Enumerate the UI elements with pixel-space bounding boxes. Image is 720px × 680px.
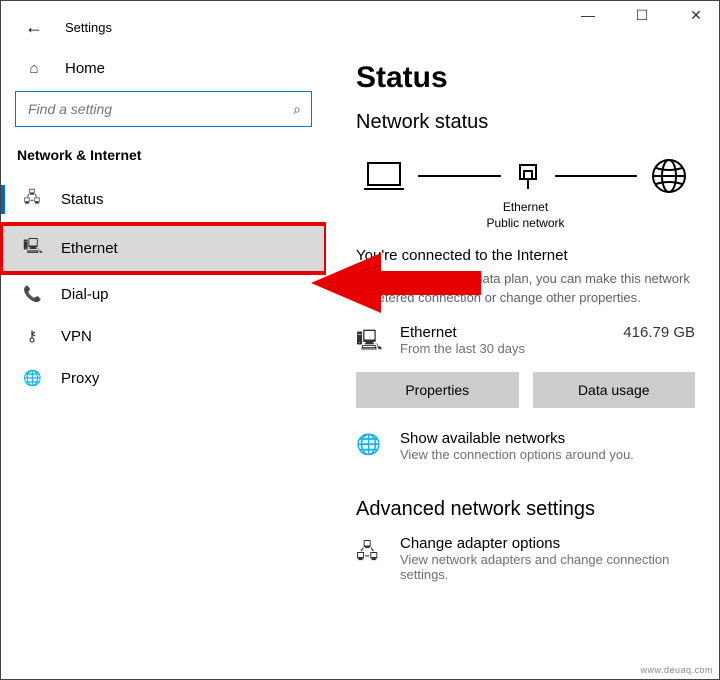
minimize-button[interactable]: — bbox=[573, 7, 603, 24]
search-icon: ⌕ bbox=[293, 101, 301, 118]
available-title: Show available networks bbox=[400, 430, 634, 447]
network-diagram bbox=[356, 150, 695, 200]
sidebar-item-label: Status bbox=[61, 191, 104, 208]
connection-status: You're connected to the Internet bbox=[356, 247, 695, 264]
adapter-title: Change adapter options bbox=[400, 535, 690, 552]
status-icon: 🖧 bbox=[23, 187, 41, 212]
properties-button[interactable]: Properties bbox=[356, 372, 519, 408]
available-sub: View the connection options around you. bbox=[400, 447, 634, 462]
adapter-options-row[interactable]: 🖧 Change adapter options View network ad… bbox=[356, 535, 695, 582]
connection-subtext: If you have a limited data plan, you can… bbox=[356, 270, 695, 308]
vpn-icon: ⚷ bbox=[23, 327, 41, 345]
diagram-labels: Ethernet Public network bbox=[356, 200, 695, 231]
page-title: Status bbox=[356, 61, 695, 95]
button-row: Properties Data usage bbox=[356, 372, 695, 408]
adapter-options-icon: 🖧 bbox=[356, 535, 384, 571]
sidebar: ← Settings ⌂ Home ⌕ Network & Internet 🖧… bbox=[1, 1, 326, 679]
advanced-heading: Advanced network settings bbox=[356, 498, 695, 521]
data-usage-button[interactable]: Data usage bbox=[533, 372, 696, 408]
proxy-icon: 🌐 bbox=[23, 369, 41, 387]
close-button[interactable]: ✕ bbox=[681, 7, 711, 24]
section-heading: Network status bbox=[356, 111, 695, 134]
usage-sub: From the last 30 days bbox=[400, 341, 607, 356]
adapter-icon bbox=[513, 159, 543, 193]
home-nav[interactable]: ⌂ Home bbox=[1, 50, 326, 91]
back-button[interactable]: ← bbox=[25, 17, 43, 38]
diagram-line bbox=[555, 175, 638, 177]
search-box[interactable]: ⌕ bbox=[15, 91, 312, 127]
home-label: Home bbox=[65, 60, 105, 77]
sidebar-item-dialup[interactable]: 📞 Dial-up bbox=[1, 273, 326, 315]
available-networks-row[interactable]: 🌐 Show available networks View the conne… bbox=[356, 430, 695, 462]
sidebar-item-ethernet[interactable]: 🖳 Ethernet bbox=[1, 224, 326, 273]
header: ← Settings bbox=[1, 11, 326, 50]
sidebar-item-vpn[interactable]: ⚷ VPN bbox=[1, 315, 326, 357]
sidebar-item-proxy[interactable]: 🌐 Proxy bbox=[1, 357, 326, 399]
home-icon: ⌂ bbox=[25, 60, 43, 77]
ethernet-usage-icon: 🖳 bbox=[356, 324, 384, 360]
globe-icon bbox=[649, 156, 689, 196]
search-container: ⌕ bbox=[1, 91, 326, 127]
sidebar-item-label: VPN bbox=[61, 328, 92, 345]
sidebar-item-label: Ethernet bbox=[61, 240, 118, 257]
diagram-line bbox=[418, 175, 501, 177]
adapter-sub: View network adapters and change connect… bbox=[400, 552, 690, 582]
app-title: Settings bbox=[65, 20, 112, 35]
dialup-icon: 📞 bbox=[23, 285, 41, 303]
window-controls: — ☐ ✕ bbox=[573, 7, 711, 24]
sidebar-item-label: Proxy bbox=[61, 370, 99, 387]
globe-icon: 🌐 bbox=[356, 430, 384, 457]
laptop-icon bbox=[362, 159, 406, 193]
watermark: www.deuaq.com bbox=[640, 665, 713, 675]
maximize-button[interactable]: ☐ bbox=[627, 7, 657, 24]
sidebar-item-label: Dial-up bbox=[61, 286, 109, 303]
category-heading: Network & Internet bbox=[1, 127, 326, 175]
usage-amount: 416.79 GB bbox=[623, 324, 695, 341]
ethernet-icon: 🖳 bbox=[23, 236, 41, 261]
usage-row: 🖳 Ethernet From the last 30 days 416.79 … bbox=[356, 324, 695, 360]
diagram-label-1: Ethernet bbox=[356, 200, 695, 216]
search-input[interactable] bbox=[26, 100, 293, 118]
sidebar-item-status[interactable]: 🖧 Status bbox=[1, 175, 326, 224]
usage-name: Ethernet bbox=[400, 324, 607, 341]
diagram-label-2: Public network bbox=[356, 216, 695, 232]
content-pane: — ☐ ✕ Status Network status Ethernet Pub… bbox=[326, 1, 719, 679]
